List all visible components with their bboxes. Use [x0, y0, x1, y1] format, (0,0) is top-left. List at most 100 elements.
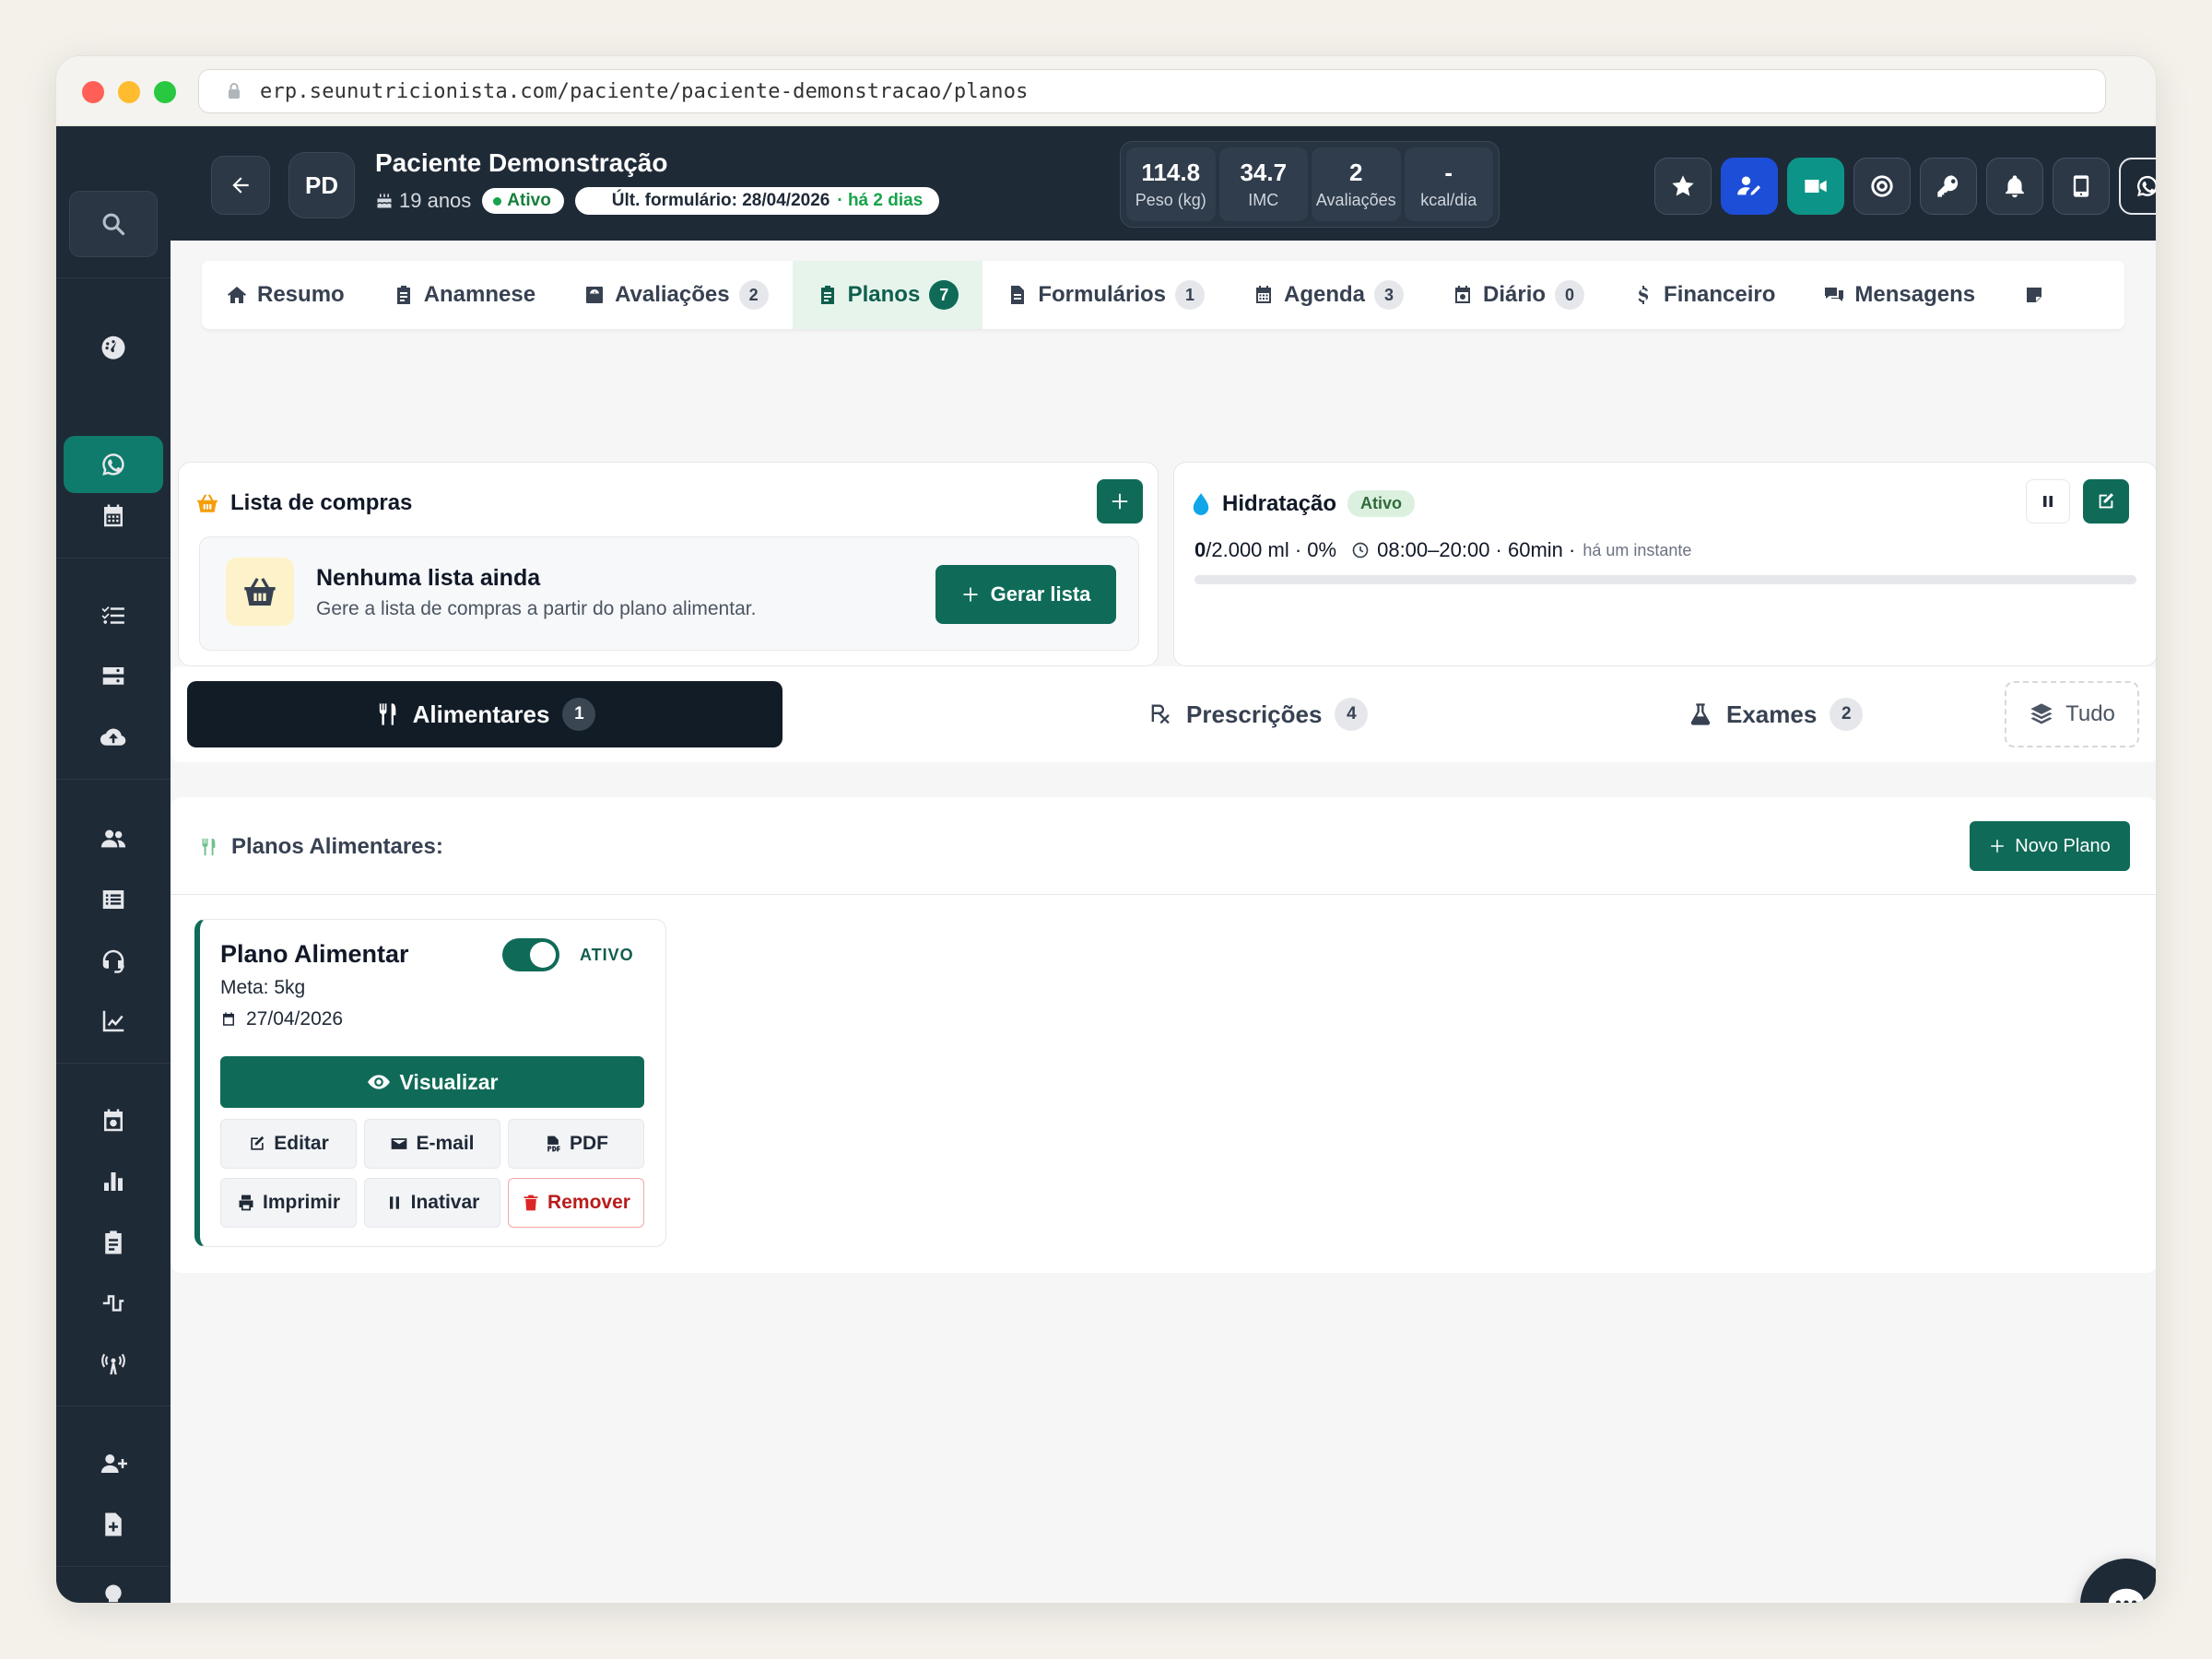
sidebar-item-signal[interactable] [64, 1275, 163, 1332]
new-plan-label: Novo Plano [2015, 835, 2111, 856]
new-plan-button[interactable]: Novo Plano [1970, 821, 2130, 871]
sidebar-item-archive[interactable] [64, 1092, 163, 1149]
server-icon [102, 667, 124, 685]
mobile-app-button[interactable] [2053, 158, 2110, 215]
sidebar-item-reports[interactable] [64, 1153, 163, 1210]
tab-more[interactable] [1999, 261, 2069, 329]
tab-mensagens[interactable]: Mensagens [1799, 261, 1999, 329]
tab-resumo[interactable]: Resumo [202, 261, 369, 329]
print-plan-button[interactable]: Imprimir [220, 1178, 357, 1228]
tab-anamnese[interactable]: Anamnese [369, 261, 559, 329]
segment-exames[interactable]: Exames 2 [1608, 681, 1885, 747]
tab-agenda[interactable]: Agenda 3 [1229, 261, 1428, 329]
sidebar-item-clipboard[interactable] [64, 1214, 163, 1271]
last-form-ago: · há 2 dias [837, 191, 924, 210]
sidebar-item-dashboard[interactable] [64, 318, 163, 375]
edit-plan-button[interactable]: Editar [220, 1119, 357, 1169]
plus-icon [963, 587, 978, 602]
edit-hydration-button[interactable] [2083, 479, 2129, 524]
email-plan-button[interactable]: E-mail [364, 1119, 500, 1169]
bar-chart-icon [104, 1172, 123, 1191]
plan-active-toggle[interactable] [502, 938, 559, 971]
empty-subtitle: Gere a lista de compras a partir do plan… [316, 598, 757, 619]
whatsapp-button[interactable] [2119, 158, 2156, 215]
search-icon [102, 213, 125, 236]
access-key-button[interactable] [1920, 158, 1977, 215]
minimize-window-button[interactable] [118, 81, 140, 103]
address-bar[interactable]: erp.seunutricionista.com/paciente/pacien… [198, 69, 2106, 113]
segment-alimentares[interactable]: Alimentares 1 [187, 681, 782, 747]
trash-icon [524, 1194, 538, 1211]
sidebar-item-new-document[interactable] [64, 1496, 163, 1553]
segment-label: Exames [1726, 700, 1818, 728]
plan-goal: Meta: 5kg [220, 977, 306, 998]
tab-label: Financeiro [1664, 282, 1776, 307]
tab-financeiro[interactable]: Financeiro [1608, 261, 1799, 329]
video-call-button[interactable] [1787, 158, 1844, 215]
sidebar-item-database[interactable] [64, 648, 163, 705]
add-shopping-list-button[interactable] [1097, 479, 1143, 524]
generate-list-button[interactable]: Gerar lista [935, 565, 1116, 624]
stat-label: IMC [1248, 191, 1279, 209]
stat-value: 114.8 [1141, 159, 1201, 186]
sidebar-item-add-user[interactable] [64, 1435, 163, 1492]
sidebar-item-patients[interactable] [64, 810, 163, 867]
sidebar-item-tips[interactable] [64, 1573, 163, 1603]
sidebar-item-cloud[interactable] [64, 709, 163, 766]
hydration-title-text: Hidratação [1222, 490, 1337, 516]
food-plans-header: Planos Alimentares: Novo Plano [171, 797, 2156, 895]
utensils-icon [379, 703, 395, 725]
user-plus-icon [100, 1454, 127, 1473]
sidebar-item-calendar[interactable] [64, 488, 163, 545]
sidebar-item-whatsapp[interactable] [64, 436, 163, 493]
headset-icon [102, 949, 124, 973]
view-plan-label: Visualizar [399, 1069, 499, 1094]
view-plan-button[interactable]: Visualizar [220, 1056, 644, 1108]
clock-icon [1352, 542, 1369, 559]
maximize-window-button[interactable] [154, 81, 176, 103]
segment-prescricoes[interactable]: Prescrições 4 [982, 681, 1424, 747]
segment-all[interactable]: Tudo [2005, 681, 2139, 747]
deactivate-plan-button[interactable]: Inativar [364, 1178, 500, 1228]
tab-avaliacoes[interactable]: Avaliações 2 [559, 261, 793, 329]
tab-planos[interactable]: Planos 7 [792, 261, 983, 329]
tab-label: Diário [1483, 282, 1547, 307]
remove-plan-button[interactable]: Remover [508, 1178, 644, 1228]
main-content: Resumo Anamnese Avaliações 2 Planos 7 Fo… [171, 241, 2156, 1603]
favorite-button[interactable] [1654, 158, 1712, 215]
tab-count: 2 [738, 280, 769, 310]
email-plan-label: E-mail [416, 1133, 475, 1154]
pause-hydration-button[interactable] [2026, 479, 2070, 524]
last-form-badge[interactable]: Últ. formulário: 28/04/2026 · há 2 dias [574, 187, 940, 215]
tab-formularios[interactable]: Formulários 1 [982, 261, 1229, 329]
tab-label: Mensagens [1854, 282, 1976, 307]
pdf-plan-button[interactable]: PDF [508, 1119, 644, 1169]
hydration-summary: 0/2.000 ml · 0% 08:00–20:00 · 60min · há… [1194, 538, 1691, 562]
shopping-list-empty-state: Nenhuma lista ainda Gere a lista de comp… [199, 536, 1139, 651]
close-window-button[interactable] [82, 81, 104, 103]
sidebar-item-tasks[interactable] [64, 587, 163, 644]
tab-diario[interactable]: Diário 0 [1428, 261, 1608, 329]
layers-icon [2030, 703, 2053, 724]
browser-chrome: erp.seunutricionista.com/paciente/pacien… [56, 56, 2156, 126]
sidebar-item-broadcast[interactable] [64, 1335, 163, 1393]
calendar-day-icon [1455, 286, 1471, 303]
food-plans-title-text: Planos Alimentares: [231, 834, 443, 859]
flask-icon [1690, 703, 1711, 725]
sidebar-search-button[interactable] [69, 191, 158, 257]
patient-stats: 114.8 Peso (kg) 34.7 IMC 2 Avaliações - kcal… [1120, 141, 1500, 228]
dollar-icon [1638, 286, 1649, 304]
pause-icon [2043, 496, 2053, 507]
arrow-left-icon [232, 177, 249, 194]
goals-button[interactable] [1853, 158, 1911, 215]
edit-patient-button[interactable] [1721, 158, 1778, 215]
back-button[interactable] [211, 156, 270, 215]
hydration-progress-bar [1194, 575, 2136, 584]
sidebar-item-support[interactable] [64, 932, 163, 989]
sidebar-item-records[interactable] [64, 871, 163, 928]
notifications-button[interactable] [1986, 158, 2043, 215]
url-text: erp.seunutricionista.com/paciente/pacien… [260, 79, 1029, 103]
printer-icon [239, 1194, 253, 1211]
sidebar-item-analytics[interactable] [64, 993, 163, 1050]
hydration-title: Hidratação Ativo [1191, 490, 1416, 517]
